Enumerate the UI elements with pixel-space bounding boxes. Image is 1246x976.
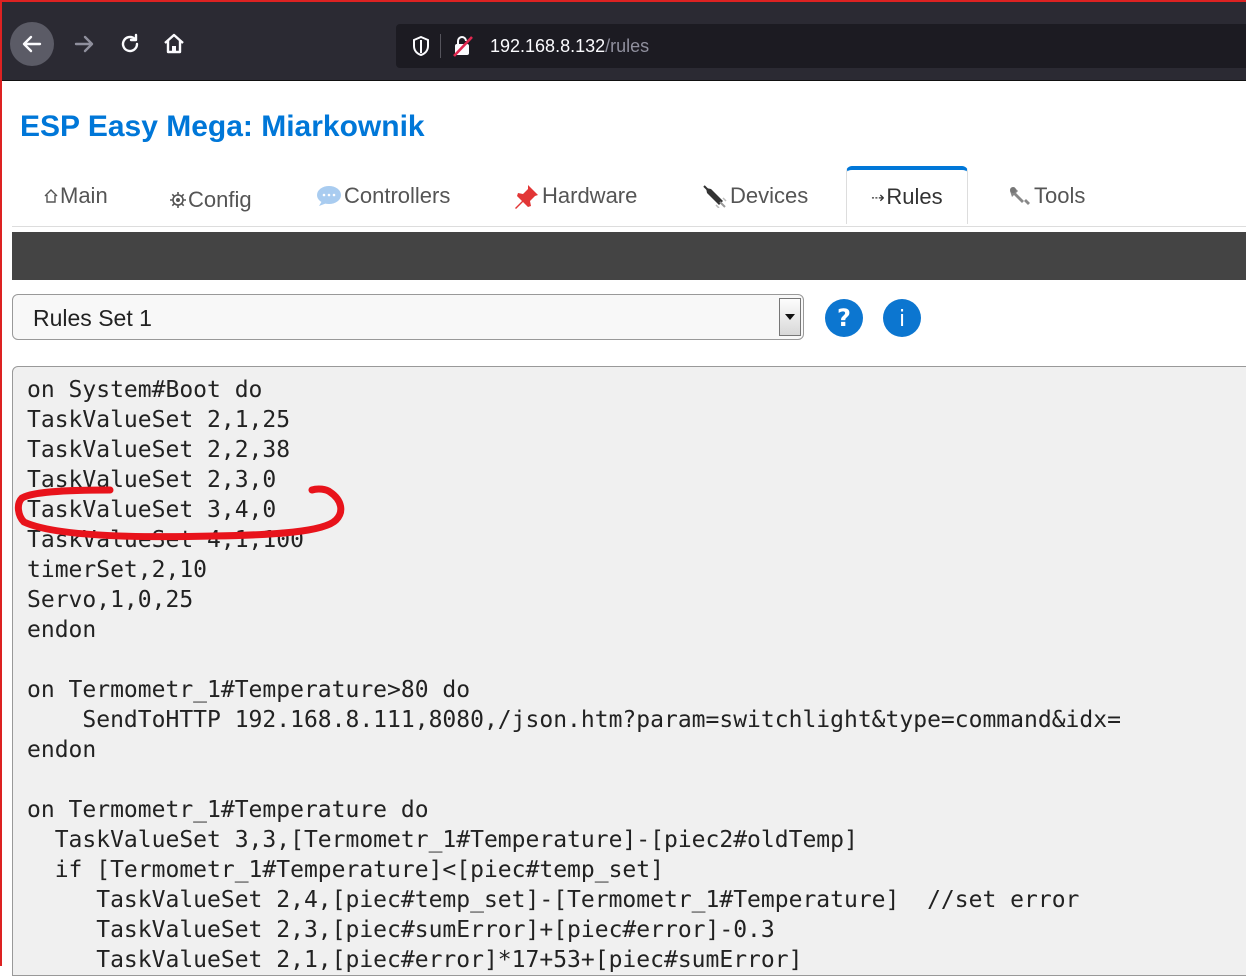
code-line: TaskValueSet 3,4,0 (27, 497, 277, 523)
code-line: endon (27, 737, 97, 763)
tab-bar: Main Config Controllers Hardware Devices… (12, 166, 1246, 228)
rules-editor[interactable]: on System#Boot do TaskValueSet 2,1,25 Ta… (12, 366, 1246, 976)
svg-text:i: i (899, 307, 905, 332)
plug-icon (702, 184, 728, 208)
question-icon: ? (825, 299, 863, 337)
rules-set-select[interactable]: Rules Set 1 (12, 294, 804, 340)
code-line: TaskValueSet 2,2,38 (27, 437, 291, 463)
code-line: TaskValueSet 4,1,100 (27, 527, 304, 553)
arrow-left-icon (22, 35, 42, 53)
reload-icon (121, 33, 139, 53)
code-line: if [Termometr_1#Temperature]<[piec#temp_… (27, 857, 664, 883)
url-host: 192.168.8.132 (490, 36, 606, 56)
code-line: on System#Boot do (27, 377, 263, 403)
dropdown-button[interactable] (779, 298, 801, 336)
tab-label: Hardware (542, 183, 638, 208)
insecure-lock-icon[interactable] (452, 35, 474, 57)
tab-controllers[interactable]: Controllers (316, 168, 450, 224)
tab-label: Main (60, 183, 108, 208)
tab-rules[interactable]: ⇢ Rules (846, 166, 968, 224)
code-line: TaskValueSet 2,3,[piec#sumError]+[piec#e… (27, 917, 775, 943)
header-bar (12, 232, 1246, 280)
tab-hardware[interactable]: Hardware (514, 168, 637, 224)
url-text: 192.168.8.132/rules (490, 36, 649, 57)
code-line: TaskValueSet 3,3,[Termometr_1#Temperatur… (27, 827, 858, 853)
tab-label: Rules (886, 184, 943, 209)
home-outline-icon (44, 189, 58, 203)
info-button[interactable]: i (882, 298, 922, 338)
arrow-right-icon (74, 35, 94, 53)
back-button[interactable] (10, 22, 54, 66)
svg-text:?: ? (837, 304, 851, 332)
code-line: Servo,1,0,25 (27, 587, 194, 613)
code-line: TaskValueSet 2,1,25 (27, 407, 291, 433)
browser-toolbar: 192.168.8.132/rules (0, 0, 1246, 81)
arrow-icon: ⇢ (871, 187, 885, 207)
address-bar[interactable]: 192.168.8.132/rules (396, 24, 1246, 68)
address-bar-separator (440, 34, 441, 58)
home-icon (164, 33, 184, 54)
code-line: endon (27, 617, 97, 643)
tab-tools[interactable]: Tools (1008, 168, 1085, 224)
tab-devices[interactable]: Devices (702, 168, 808, 224)
code-line: TaskValueSet 2,4,[piec#temp_set]-[Termom… (27, 887, 1080, 913)
tab-config[interactable]: Config (170, 172, 252, 228)
tab-label: Config (188, 187, 252, 212)
wrench-icon (1008, 185, 1032, 207)
pushpin-icon (514, 183, 540, 209)
reload-button[interactable] (108, 22, 152, 66)
home-button[interactable] (152, 22, 196, 66)
select-value: Rules Set 1 (33, 305, 152, 331)
code-line: on Termometr_1#Temperature>80 do (27, 677, 471, 703)
code-line: timerSet,2,10 (27, 557, 208, 583)
tab-label: Devices (730, 183, 809, 208)
code-line: on Termometr_1#Temperature do (27, 797, 429, 823)
page-title: ESP Easy Mega: Miarkownik (20, 110, 425, 143)
forward-button[interactable] (62, 22, 106, 66)
gear-icon (170, 192, 186, 208)
code-line: TaskValueSet 2,1,[piec#error]*17+53+[pie… (27, 947, 803, 973)
tab-label: Tools (1034, 183, 1086, 208)
speech-bubble-icon (316, 185, 342, 207)
tab-label: Controllers (344, 183, 451, 208)
chevron-down-icon (785, 314, 795, 320)
code-line: SendToHTTP 192.168.8.111,8080,/json.htm?… (27, 707, 1121, 733)
url-path: /rules (605, 36, 650, 56)
tracking-shield-icon[interactable] (412, 36, 430, 56)
info-icon: i (883, 299, 921, 337)
code-line: TaskValueSet 2,3,0 (27, 467, 277, 493)
help-button[interactable]: ? (824, 298, 864, 338)
tab-main[interactable]: Main (44, 168, 108, 224)
